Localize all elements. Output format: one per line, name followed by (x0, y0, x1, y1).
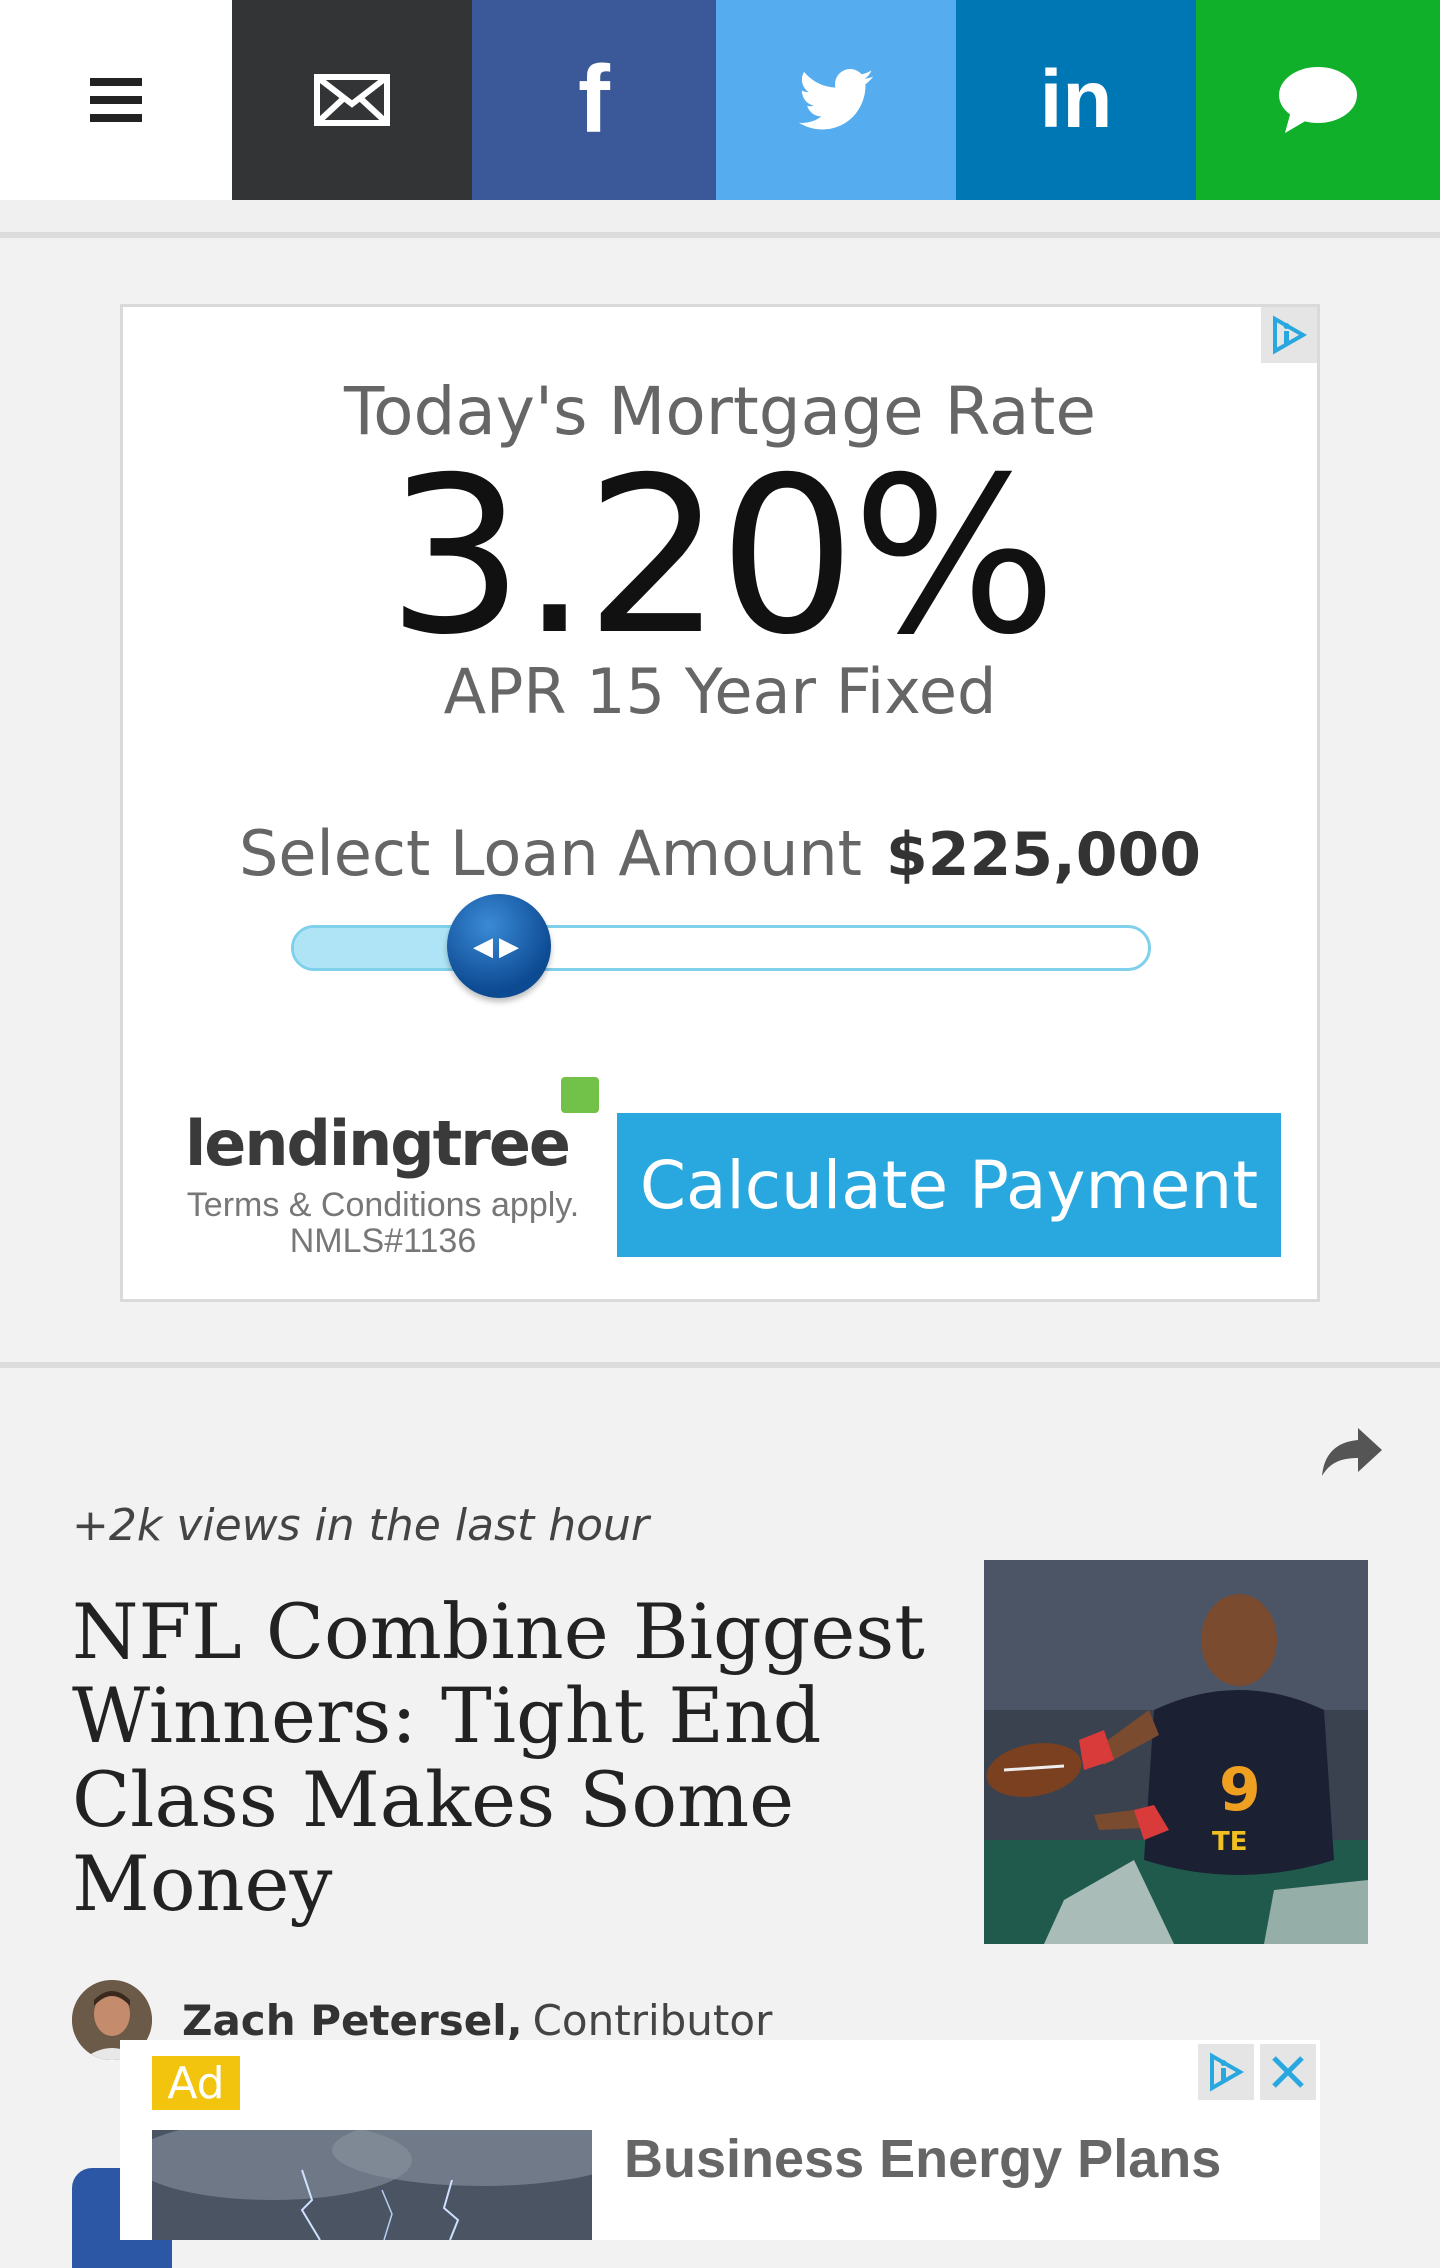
speech-bubble-icon (1279, 67, 1357, 133)
envelope-icon (314, 74, 390, 126)
hamburger-menu-icon (90, 78, 142, 122)
calculate-payment-button[interactable]: Calculate Payment (617, 1113, 1281, 1257)
svg-text:TE: TE (1212, 1827, 1248, 1857)
share-bar: f in (0, 0, 1440, 200)
author-role: Contributor (532, 1995, 773, 2045)
loan-amount-label: Select Loan Amount (238, 817, 862, 890)
sticky-ad[interactable]: Ad Business Energy Plans (120, 2040, 1320, 2240)
sms-share-button[interactable] (1196, 0, 1440, 200)
adchoices-button[interactable] (1261, 307, 1317, 363)
article-headline[interactable]: NFL Combine Biggest Winners: Tight End C… (72, 1590, 932, 1926)
linkedin-icon: in (1039, 54, 1113, 145)
sticky-ad-title[interactable]: Business Energy Plans (624, 2128, 1221, 2190)
divider (0, 1362, 1440, 1368)
linkedin-share-button[interactable]: in (956, 0, 1196, 200)
ad-badge: Ad (152, 2056, 240, 2110)
twitter-bird-icon (798, 69, 874, 130)
arrows-left-right-icon: ◀▶ (472, 930, 525, 961)
football-player-image: 9 TE (984, 1560, 1368, 1944)
facebook-share-button[interactable]: f (472, 0, 716, 200)
mortgage-ad[interactable]: Today's Mortgage Rate 3.20% APR 15 Year … (120, 304, 1320, 1302)
svg-text:9: 9 (1219, 1755, 1261, 1825)
close-icon (1272, 2056, 1304, 2088)
mortgage-rate: 3.20% (386, 431, 1057, 682)
nmls-line: NMLS#1136 (289, 1222, 477, 1260)
slider-handle[interactable]: ◀▶ (446, 894, 551, 998)
divider (0, 232, 1440, 238)
loan-amount-slider[interactable]: ◀▶ (291, 894, 1151, 998)
loan-amount-row: Select Loan Amount $225,000 (123, 817, 1317, 890)
article-thumbnail[interactable]: 9 TE (984, 1560, 1368, 1944)
facebook-icon: f (578, 46, 610, 153)
lendingtree-logo[interactable]: lendingtree Terms & Conditions apply. NM… (167, 1077, 599, 1259)
views-count: +2k views in the last hour (72, 1500, 649, 1551)
adchoices-button[interactable] (1198, 2044, 1254, 2100)
loan-amount-value: $225,000 (885, 820, 1202, 890)
email-share-button[interactable] (232, 0, 472, 200)
lightning-storm-image (152, 2130, 592, 2240)
share-arrow-icon (1322, 1428, 1382, 1476)
close-ad-button[interactable] (1260, 2044, 1316, 2100)
twitter-share-button[interactable] (716, 0, 956, 200)
adchoices-icon (1273, 315, 1308, 355)
menu-button[interactable] (0, 0, 232, 200)
adchoices-icon (1210, 2052, 1245, 2092)
mortgage-subtitle: APR 15 Year Fixed (443, 655, 997, 728)
terms-text: Terms & Conditions apply. NMLS#1136 (167, 1187, 599, 1259)
share-button[interactable] (1320, 1424, 1384, 1480)
author-name[interactable]: Zach Petersel, (182, 1996, 523, 2045)
ad-image[interactable] (152, 2130, 592, 2240)
terms-line: Terms & Conditions apply. (186, 1186, 580, 1224)
lendingtree-wordmark: lendingtree (185, 1107, 571, 1180)
